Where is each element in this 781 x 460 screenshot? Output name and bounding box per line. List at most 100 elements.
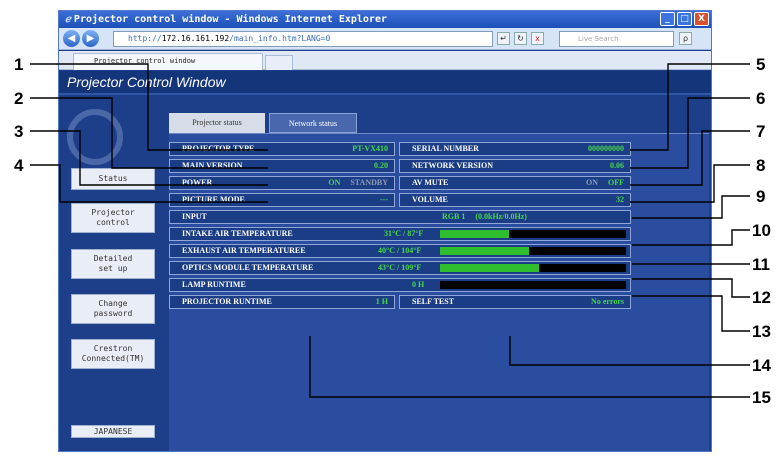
exhaust-temp-value: 40°C / 104°F bbox=[378, 246, 422, 255]
callout-1: 1 bbox=[14, 55, 24, 74]
exhaust-temp-label: EXHAUST AIR TEMPERATUREE bbox=[182, 246, 306, 255]
tab-bar: Projector control window bbox=[59, 51, 711, 70]
input-label: INPUT bbox=[182, 212, 207, 221]
network-version-field: NETWORK VERSION 0.06 bbox=[399, 159, 631, 173]
go-button[interactable]: ↵ bbox=[497, 32, 510, 45]
search-input[interactable]: Live Search bbox=[559, 31, 674, 47]
app-header: Projector Control Window bbox=[59, 71, 711, 95]
sidebar-item-detailed-setup[interactable]: Detailed set up bbox=[71, 249, 155, 279]
exhaust-temp-bar-fill bbox=[440, 247, 530, 255]
lamp-runtime-label: LAMP RUNTIME bbox=[182, 280, 246, 289]
url-prefix: http:// bbox=[128, 34, 162, 43]
lamp-runtime-value: 0 H bbox=[412, 280, 425, 289]
sidebar: Status Projector control Detailed set up… bbox=[59, 97, 159, 451]
exhaust-temp-bar bbox=[440, 247, 626, 255]
sidebar-item-status[interactable]: Status bbox=[71, 168, 155, 190]
network-version-label: NETWORK VERSION bbox=[412, 161, 493, 170]
language-button[interactable]: JAPANESE bbox=[71, 425, 155, 438]
lamp-runtime-bar bbox=[440, 281, 626, 289]
back-button[interactable]: ◀ bbox=[63, 30, 80, 47]
volume-value: 32 bbox=[616, 195, 624, 204]
tab-network-status[interactable]: Network status bbox=[269, 113, 357, 133]
callout-12: 12 bbox=[752, 288, 771, 307]
projector-runtime-label: PROJECTOR RUNTIME bbox=[182, 297, 272, 306]
serial-number-label: SERIAL NUMBER bbox=[412, 144, 479, 153]
search-button[interactable]: ρ bbox=[679, 32, 692, 45]
volume-field: VOLUME 32 bbox=[399, 193, 631, 207]
av-mute-off-indicator: OFF bbox=[608, 178, 624, 187]
power-field: POWER ON STANDBY bbox=[169, 176, 395, 190]
projector-type-field: PROJECTOR TYPE PT-VX410 bbox=[169, 142, 395, 156]
serial-number-value: 000000000 bbox=[588, 144, 624, 153]
forward-button[interactable]: ▶ bbox=[82, 30, 99, 47]
picture-mode-field: PICTURE MODE --- bbox=[169, 193, 395, 207]
maximize-button[interactable]: □ bbox=[677, 12, 692, 26]
callout-15: 15 bbox=[752, 388, 771, 407]
url-path: /main_info.htm?LANG=0 bbox=[229, 34, 331, 43]
new-tab-button[interactable] bbox=[265, 55, 293, 70]
av-mute-label: AV MUTE bbox=[412, 178, 449, 187]
self-test-label: SELF TEST bbox=[412, 297, 455, 306]
callout-8: 8 bbox=[756, 156, 766, 175]
sidebar-item-change-password[interactable]: Change password bbox=[71, 294, 155, 324]
main-version-value: 0.20 bbox=[374, 161, 388, 170]
picture-mode-value: --- bbox=[380, 195, 388, 204]
intake-temp-label: INTAKE AIR TEMPERATURE bbox=[182, 229, 293, 238]
optics-temp-label: OPTICS MODULE TEMPERATURE bbox=[182, 263, 314, 272]
intake-temp-bar-fill bbox=[440, 230, 509, 238]
power-standby-indicator: STANDBY bbox=[350, 178, 388, 187]
minimize-button[interactable]: _ bbox=[660, 12, 675, 26]
url-host: 172.16.161.192 bbox=[161, 34, 230, 43]
title-bar: ℯ Projector control window - Windows Inte… bbox=[59, 11, 711, 28]
projector-runtime-value: 1 H bbox=[375, 297, 388, 306]
sidebar-item-projector-control[interactable]: Projector control bbox=[71, 203, 155, 233]
tab-projector-status[interactable]: Projector status bbox=[169, 113, 265, 133]
intake-temp-bar bbox=[440, 230, 626, 238]
av-mute-field: AV MUTE ON OFF bbox=[399, 176, 631, 190]
callout-6: 6 bbox=[756, 89, 766, 108]
intake-temp-field: INTAKE AIR TEMPERATURE 31°C / 87°F bbox=[169, 227, 631, 241]
intake-temp-value: 31°C / 87°F bbox=[384, 229, 424, 238]
logo-icon bbox=[67, 109, 123, 165]
refresh-button[interactable]: ↻ bbox=[514, 32, 527, 45]
optics-temp-bar bbox=[440, 264, 626, 272]
volume-label: VOLUME bbox=[412, 195, 448, 204]
self-test-value: No errors bbox=[591, 297, 624, 306]
input-field: INPUT RGB 1 (0.0kHz/0.0Hz) bbox=[169, 210, 631, 224]
callout-11: 11 bbox=[752, 255, 770, 274]
optics-temp-value: 43°C / 109°F bbox=[378, 263, 422, 272]
exhaust-temp-field: EXHAUST AIR TEMPERATUREE 40°C / 104°F bbox=[169, 244, 631, 258]
main-content: Projector status Network status PROJECTO… bbox=[159, 97, 711, 451]
callout-5: 5 bbox=[756, 55, 766, 74]
projector-runtime-field: PROJECTOR RUNTIME 1 H bbox=[169, 295, 395, 309]
url-input[interactable]: http://172.16.161.192/main_info.htm?LANG… bbox=[113, 31, 493, 47]
optics-temp-field: OPTICS MODULE TEMPERATURE 43°C / 109°F bbox=[169, 261, 631, 275]
page-title: Projector Control Window bbox=[67, 74, 226, 90]
sidebar-item-crestron[interactable]: Crestron Connected(TM) bbox=[71, 339, 155, 369]
browser-window: ℯ Projector control window - Windows Inte… bbox=[58, 10, 712, 452]
stop-button[interactable]: x bbox=[531, 32, 544, 45]
optics-temp-bar-fill bbox=[440, 264, 539, 272]
close-button[interactable]: X bbox=[694, 12, 709, 26]
projector-type-label: PROJECTOR TYPE bbox=[182, 144, 255, 153]
callout-4: 4 bbox=[14, 156, 24, 175]
av-mute-on-indicator: ON bbox=[586, 178, 598, 187]
main-version-label: MAIN VERSION bbox=[182, 161, 243, 170]
projector-type-value: PT-VX410 bbox=[352, 144, 388, 153]
browser-tab[interactable]: Projector control window bbox=[73, 53, 263, 70]
status-panel: PROJECTOR TYPE PT-VX410 SERIAL NUMBER 00… bbox=[169, 133, 709, 451]
ie-logo-icon: ℯ bbox=[65, 14, 71, 25]
callout-10: 10 bbox=[752, 221, 771, 240]
network-version-value: 0.06 bbox=[610, 161, 624, 170]
callout-7: 7 bbox=[756, 122, 766, 141]
power-on-indicator: ON bbox=[328, 178, 341, 187]
callout-2: 2 bbox=[14, 89, 24, 108]
power-label: POWER bbox=[182, 178, 213, 187]
picture-mode-label: PICTURE MODE bbox=[182, 195, 245, 204]
self-test-field: SELF TEST No errors bbox=[399, 295, 631, 309]
address-bar: ◀ ▶ http://172.16.161.192/main_info.htm?… bbox=[59, 28, 711, 50]
serial-number-field: SERIAL NUMBER 000000000 bbox=[399, 142, 631, 156]
lamp-runtime-field: LAMP RUNTIME 0 H bbox=[169, 278, 631, 292]
callout-14: 14 bbox=[752, 356, 771, 375]
input-value: RGB 1 bbox=[442, 212, 466, 221]
